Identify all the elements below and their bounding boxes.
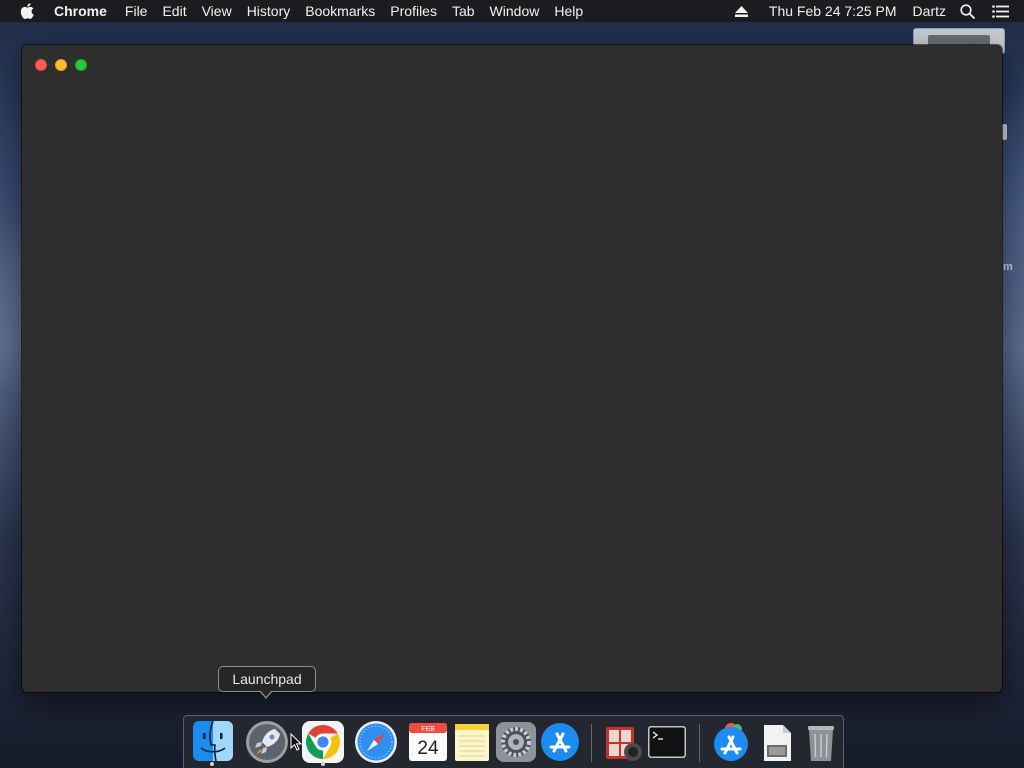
dock: FEB 24 bbox=[183, 715, 844, 768]
chrome-running-indicator bbox=[321, 762, 325, 766]
menu-edit[interactable]: Edit bbox=[162, 0, 186, 22]
calendar-icon[interactable]: FEB 24 bbox=[405, 719, 451, 765]
menu-clock[interactable]: Thu Feb 24 7:25 PM bbox=[769, 3, 897, 19]
app-store-icon[interactable] bbox=[537, 719, 583, 765]
eject-icon[interactable] bbox=[734, 5, 749, 17]
tooltip-arrow bbox=[259, 690, 273, 699]
notification-center-icon[interactable] bbox=[992, 4, 1010, 18]
menu-bookmarks[interactable]: Bookmarks bbox=[305, 0, 375, 22]
dock-tooltip: Launchpad bbox=[218, 666, 316, 692]
close-button[interactable] bbox=[35, 59, 47, 71]
chrome-window bbox=[22, 45, 1002, 692]
system-preferences-icon[interactable] bbox=[493, 719, 539, 765]
menu-app-name[interactable]: Chrome bbox=[54, 0, 107, 22]
background-window-edge bbox=[1002, 124, 1007, 140]
finder-icon[interactable] bbox=[190, 719, 236, 765]
launchpad-icon[interactable] bbox=[244, 719, 290, 765]
zoom-button[interactable] bbox=[75, 59, 87, 71]
menu-view[interactable]: View bbox=[202, 0, 232, 22]
finder-running-indicator bbox=[210, 762, 214, 766]
menu-bar: Chrome File Edit View History Bookmarks … bbox=[0, 0, 1024, 22]
status-area: Thu Feb 24 7:25 PM Dartz bbox=[734, 0, 1024, 22]
apple-icon[interactable] bbox=[20, 3, 40, 19]
menu-profiles[interactable]: Profiles bbox=[390, 0, 437, 22]
minimize-button[interactable] bbox=[55, 59, 67, 71]
document-icon[interactable] bbox=[754, 719, 800, 765]
background-window-text: m bbox=[1003, 261, 1013, 273]
dock-separator bbox=[591, 724, 592, 762]
chrome-icon[interactable] bbox=[300, 719, 346, 765]
terminal-icon[interactable] bbox=[644, 719, 690, 765]
menu-user[interactable]: Dartz bbox=[913, 3, 946, 19]
menu-file[interactable]: File bbox=[125, 0, 148, 22]
svg-text:24: 24 bbox=[417, 738, 439, 759]
safari-icon[interactable] bbox=[353, 719, 399, 765]
photo-booth-icon[interactable] bbox=[600, 719, 646, 765]
menu-tab[interactable]: Tab bbox=[452, 0, 475, 22]
trash-icon[interactable] bbox=[798, 719, 844, 765]
notes-icon[interactable] bbox=[449, 719, 495, 765]
svg-text:FEB: FEB bbox=[421, 726, 435, 733]
menu-window[interactable]: Window bbox=[490, 0, 540, 22]
dock-separator bbox=[699, 724, 700, 762]
mouse-cursor-icon bbox=[290, 733, 302, 751]
menu-history[interactable]: History bbox=[247, 0, 291, 22]
menu-help[interactable]: Help bbox=[554, 0, 583, 22]
window-controls bbox=[35, 59, 87, 71]
spotlight-search-icon[interactable] bbox=[960, 3, 976, 19]
downloads-stack-icon[interactable] bbox=[708, 719, 754, 765]
